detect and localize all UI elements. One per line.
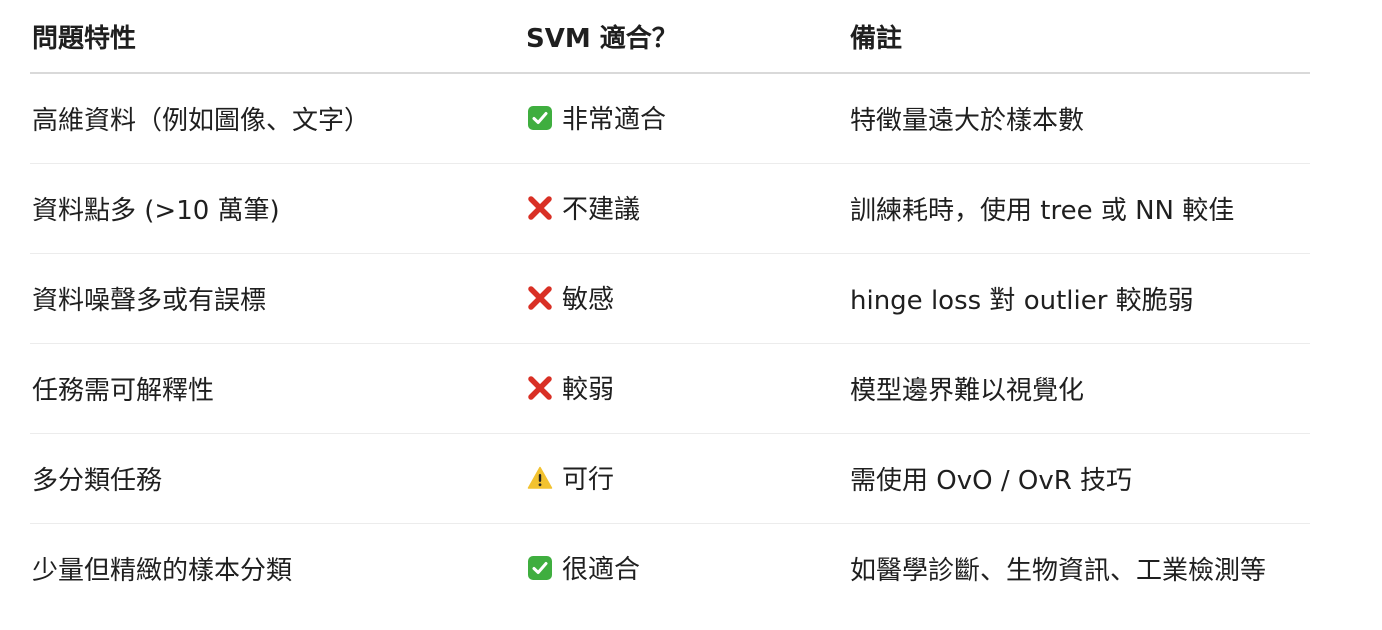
- cell-note: 需使用 OvO / OvR 技巧: [848, 433, 1310, 524]
- header-svm-fit: SVM 適合？: [524, 0, 848, 74]
- table-row: 多分類任務 可行 需使用 OvO / OvR 技巧: [30, 433, 1310, 524]
- cell-verdict: 很適合: [524, 524, 848, 614]
- verdict: 可行: [526, 459, 614, 496]
- table-row: 高維資料（例如圖像、文字） 非常適合 特徵量遠大於樣本數: [30, 73, 1310, 164]
- cell-note: 特徵量遠大於樣本數: [848, 73, 1310, 164]
- cell-verdict: 非常適合: [524, 73, 848, 164]
- cross-icon: [526, 284, 554, 312]
- table-header-row: 問題特性 SVM 適合？ 備註: [30, 0, 1310, 74]
- check-icon: [526, 104, 554, 132]
- verdict-label: 較弱: [562, 375, 615, 406]
- cell-feature: 多分類任務: [30, 433, 524, 524]
- verdict-label: 非常適合: [562, 105, 667, 136]
- cell-verdict: 可行: [524, 433, 848, 524]
- verdict-label: 敏感: [562, 285, 615, 316]
- verdict: 非常適合: [526, 99, 666, 136]
- cell-feature: 任務需可解釋性: [30, 343, 524, 434]
- check-icon: [526, 554, 554, 582]
- verdict: 很適合: [526, 549, 640, 586]
- cell-feature: 高維資料（例如圖像、文字）: [30, 73, 524, 164]
- cross-icon: [526, 194, 554, 222]
- cell-feature: 少量但精緻的樣本分類: [32, 556, 293, 586]
- svm-suitability-table-container: 問題特性 SVM 適合？ 備註 高維資料（例如圖像、文字） 非常適合 特徵量遠大…: [30, 0, 1310, 613]
- cell-feature: 資料噪聲多或有誤標: [30, 253, 524, 344]
- header-feature: 問題特性: [30, 0, 524, 74]
- cross-icon: [526, 374, 554, 402]
- table-row: 資料點多 (>10 萬筆) 不建議 訓練耗時，使用 tree 或 NN 較佳: [30, 163, 1310, 254]
- svm-suitability-table: 問題特性 SVM 適合？ 備註 高維資料（例如圖像、文字） 非常適合 特徵量遠大…: [30, 0, 1310, 613]
- verdict: 敏感: [526, 279, 614, 316]
- verdict: 不建議: [526, 189, 640, 226]
- cell-verdict: 不建議: [524, 163, 848, 254]
- cell-note: 如醫學診斷、生物資訊、工業檢測等: [850, 556, 1267, 586]
- table-row: 任務需可解釋性 較弱 模型邊界難以視覺化: [30, 343, 1310, 434]
- cell-note: 訓練耗時，使用 tree 或 NN 較佳: [848, 163, 1310, 254]
- verdict-label: 可行: [562, 465, 615, 496]
- cell-note: 模型邊界難以視覺化: [848, 343, 1310, 434]
- header-note: 備註: [848, 0, 1310, 74]
- verdict-label: 很適合: [562, 555, 641, 586]
- verdict-label: 不建議: [562, 195, 641, 226]
- cell-verdict: 較弱: [524, 343, 848, 434]
- cell-feature: 資料點多 (>10 萬筆): [30, 163, 524, 254]
- verdict: 較弱: [526, 369, 614, 406]
- table-row: 少量但精緻的樣本分類 很適合 如醫學診斷、生物資訊、工業檢測等: [30, 524, 1310, 614]
- warning-icon: [526, 464, 554, 492]
- cell-verdict: 敏感: [524, 253, 848, 344]
- table-row: 資料噪聲多或有誤標 敏感 hinge loss 對 outlier 較脆弱: [30, 253, 1310, 344]
- cell-note: hinge loss 對 outlier 較脆弱: [848, 253, 1310, 344]
